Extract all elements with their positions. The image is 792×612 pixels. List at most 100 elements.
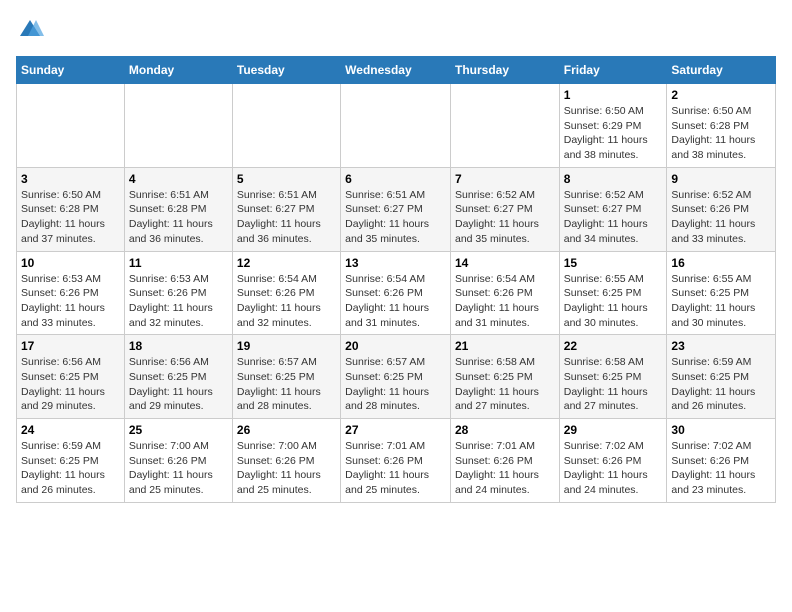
day-info: Sunrise: 6:57 AMSunset: 6:25 PMDaylight:… (237, 355, 336, 414)
day-number: 22 (564, 339, 663, 353)
day-number: 14 (455, 256, 555, 270)
day-info: Sunrise: 6:59 AMSunset: 6:25 PMDaylight:… (671, 355, 771, 414)
calendar-cell: 21 Sunrise: 6:58 AMSunset: 6:25 PMDayligh… (450, 335, 559, 419)
day-number: 29 (564, 423, 663, 437)
day-info: Sunrise: 7:00 AMSunset: 6:26 PMDaylight:… (129, 439, 228, 498)
day-info: Sunrise: 6:53 AMSunset: 6:26 PMDaylight:… (21, 272, 120, 331)
calendar-cell (450, 84, 559, 168)
day-info: Sunrise: 6:52 AMSunset: 6:26 PMDaylight:… (671, 188, 771, 247)
day-info: Sunrise: 6:51 AMSunset: 6:27 PMDaylight:… (237, 188, 336, 247)
calendar-week-2: 3 Sunrise: 6:50 AMSunset: 6:28 PMDaylight… (17, 167, 776, 251)
calendar-cell (17, 84, 125, 168)
calendar-cell: 7Sunrise: 6:52 AMSunset: 6:27 PMDaylight… (450, 167, 559, 251)
day-number: 7 (455, 172, 555, 186)
day-info: Sunrise: 6:54 AMSunset: 6:26 PMDaylight:… (237, 272, 336, 331)
calendar-cell: 6 Sunrise: 6:51 AMSunset: 6:27 PMDaylight… (341, 167, 451, 251)
calendar-cell: 2 Sunrise: 6:50 AMSunset: 6:28 PMDaylight… (667, 84, 776, 168)
calendar-cell (232, 84, 340, 168)
calendar-cell (341, 84, 451, 168)
calendar-cell: 16 Sunrise: 6:55 AMSunset: 6:25 PMDayligh… (667, 251, 776, 335)
day-number: 6 (345, 172, 446, 186)
calendar-cell: 20 Sunrise: 6:57 AMSunset: 6:25 PMDayligh… (341, 335, 451, 419)
logo-icon (16, 16, 44, 44)
day-number: 2 (671, 88, 771, 102)
day-number: 30 (671, 423, 771, 437)
day-number: 18 (129, 339, 228, 353)
day-info: Sunrise: 7:01 AMSunset: 6:26 PMDaylight:… (455, 439, 555, 498)
day-info: Sunrise: 6:55 AMSunset: 6:25 PMDaylight:… (564, 272, 663, 331)
calendar-header-row: SundayMondayTuesdayWednesdayThursdayFrid… (17, 57, 776, 84)
day-number: 26 (237, 423, 336, 437)
calendar-week-1: 1Sunrise: 6:50 AMSunset: 6:29 PMDaylight… (17, 84, 776, 168)
logo (16, 16, 48, 44)
day-number: 4 (129, 172, 228, 186)
calendar-cell: 19 Sunrise: 6:57 AMSunset: 6:25 PMDayligh… (232, 335, 340, 419)
day-number: 24 (21, 423, 120, 437)
day-info: Sunrise: 6:57 AMSunset: 6:25 PMDaylight:… (345, 355, 446, 414)
day-number: 8 (564, 172, 663, 186)
weekday-header-sunday: Sunday (17, 57, 125, 84)
weekday-header-thursday: Thursday (450, 57, 559, 84)
calendar-cell: 22Sunrise: 6:58 AMSunset: 6:25 PMDayligh… (559, 335, 667, 419)
day-number: 28 (455, 423, 555, 437)
day-number: 17 (21, 339, 120, 353)
day-number: 13 (345, 256, 446, 270)
calendar-cell: 30 Sunrise: 7:02 AMSunset: 6:26 PMDayligh… (667, 419, 776, 503)
calendar-cell: 3 Sunrise: 6:50 AMSunset: 6:28 PMDaylight… (17, 167, 125, 251)
day-info: Sunrise: 6:51 AMSunset: 6:27 PMDaylight:… (345, 188, 446, 247)
page-header (16, 16, 776, 44)
day-info: Sunrise: 6:50 AMSunset: 6:28 PMDaylight:… (21, 188, 120, 247)
day-number: 10 (21, 256, 120, 270)
day-info: Sunrise: 6:51 AMSunset: 6:28 PMDaylight:… (129, 188, 228, 247)
calendar-cell (124, 84, 232, 168)
day-number: 11 (129, 256, 228, 270)
calendar-cell: 26Sunrise: 7:00 AMSunset: 6:26 PMDayligh… (232, 419, 340, 503)
calendar-cell: 8 Sunrise: 6:52 AMSunset: 6:27 PMDaylight… (559, 167, 667, 251)
day-info: Sunrise: 6:53 AMSunset: 6:26 PMDaylight:… (129, 272, 228, 331)
day-number: 21 (455, 339, 555, 353)
day-number: 3 (21, 172, 120, 186)
day-info: Sunrise: 6:52 AMSunset: 6:27 PMDaylight:… (564, 188, 663, 247)
weekday-header-monday: Monday (124, 57, 232, 84)
day-number: 9 (671, 172, 771, 186)
calendar-cell: 29 Sunrise: 7:02 AMSunset: 6:26 PMDayligh… (559, 419, 667, 503)
weekday-header-saturday: Saturday (667, 57, 776, 84)
day-info: Sunrise: 6:55 AMSunset: 6:25 PMDaylight:… (671, 272, 771, 331)
calendar-week-3: 10 Sunrise: 6:53 AMSunset: 6:26 PMDayligh… (17, 251, 776, 335)
calendar-week-5: 24Sunrise: 6:59 AMSunset: 6:25 PMDayligh… (17, 419, 776, 503)
weekday-header-wednesday: Wednesday (341, 57, 451, 84)
calendar-cell: 28 Sunrise: 7:01 AMSunset: 6:26 PMDayligh… (450, 419, 559, 503)
day-info: Sunrise: 6:54 AMSunset: 6:26 PMDaylight:… (345, 272, 446, 331)
day-number: 23 (671, 339, 771, 353)
calendar-cell: 13 Sunrise: 6:54 AMSunset: 6:26 PMDayligh… (341, 251, 451, 335)
day-number: 25 (129, 423, 228, 437)
weekday-header-tuesday: Tuesday (232, 57, 340, 84)
day-info: Sunrise: 7:02 AMSunset: 6:26 PMDaylight:… (564, 439, 663, 498)
calendar-cell: 27 Sunrise: 7:01 AMSunset: 6:26 PMDayligh… (341, 419, 451, 503)
day-info: Sunrise: 6:50 AMSunset: 6:29 PMDaylight:… (564, 104, 663, 163)
weekday-header-friday: Friday (559, 57, 667, 84)
calendar-cell: 17Sunrise: 6:56 AMSunset: 6:25 PMDayligh… (17, 335, 125, 419)
calendar-cell: 15Sunrise: 6:55 AMSunset: 6:25 PMDayligh… (559, 251, 667, 335)
day-info: Sunrise: 7:01 AMSunset: 6:26 PMDaylight:… (345, 439, 446, 498)
calendar-cell: 14 Sunrise: 6:54 AMSunset: 6:26 PMDayligh… (450, 251, 559, 335)
day-info: Sunrise: 7:02 AMSunset: 6:26 PMDaylight:… (671, 439, 771, 498)
day-number: 16 (671, 256, 771, 270)
day-number: 5 (237, 172, 336, 186)
calendar-cell: 5 Sunrise: 6:51 AMSunset: 6:27 PMDaylight… (232, 167, 340, 251)
calendar-cell: 11 Sunrise: 6:53 AMSunset: 6:26 PMDayligh… (124, 251, 232, 335)
day-number: 12 (237, 256, 336, 270)
day-number: 27 (345, 423, 446, 437)
day-info: Sunrise: 6:50 AMSunset: 6:28 PMDaylight:… (671, 104, 771, 163)
calendar-cell: 18 Sunrise: 6:56 AMSunset: 6:25 PMDayligh… (124, 335, 232, 419)
day-info: Sunrise: 6:54 AMSunset: 6:26 PMDaylight:… (455, 272, 555, 331)
calendar-cell: 9 Sunrise: 6:52 AMSunset: 6:26 PMDaylight… (667, 167, 776, 251)
day-number: 19 (237, 339, 336, 353)
day-info: Sunrise: 6:56 AMSunset: 6:25 PMDaylight:… (129, 355, 228, 414)
calendar-cell: 25 Sunrise: 7:00 AMSunset: 6:26 PMDayligh… (124, 419, 232, 503)
calendar-cell: 24Sunrise: 6:59 AMSunset: 6:25 PMDayligh… (17, 419, 125, 503)
calendar-cell: 4 Sunrise: 6:51 AMSunset: 6:28 PMDaylight… (124, 167, 232, 251)
day-info: Sunrise: 6:58 AMSunset: 6:25 PMDaylight:… (455, 355, 555, 414)
calendar-cell: 23 Sunrise: 6:59 AMSunset: 6:25 PMDayligh… (667, 335, 776, 419)
day-number: 20 (345, 339, 446, 353)
